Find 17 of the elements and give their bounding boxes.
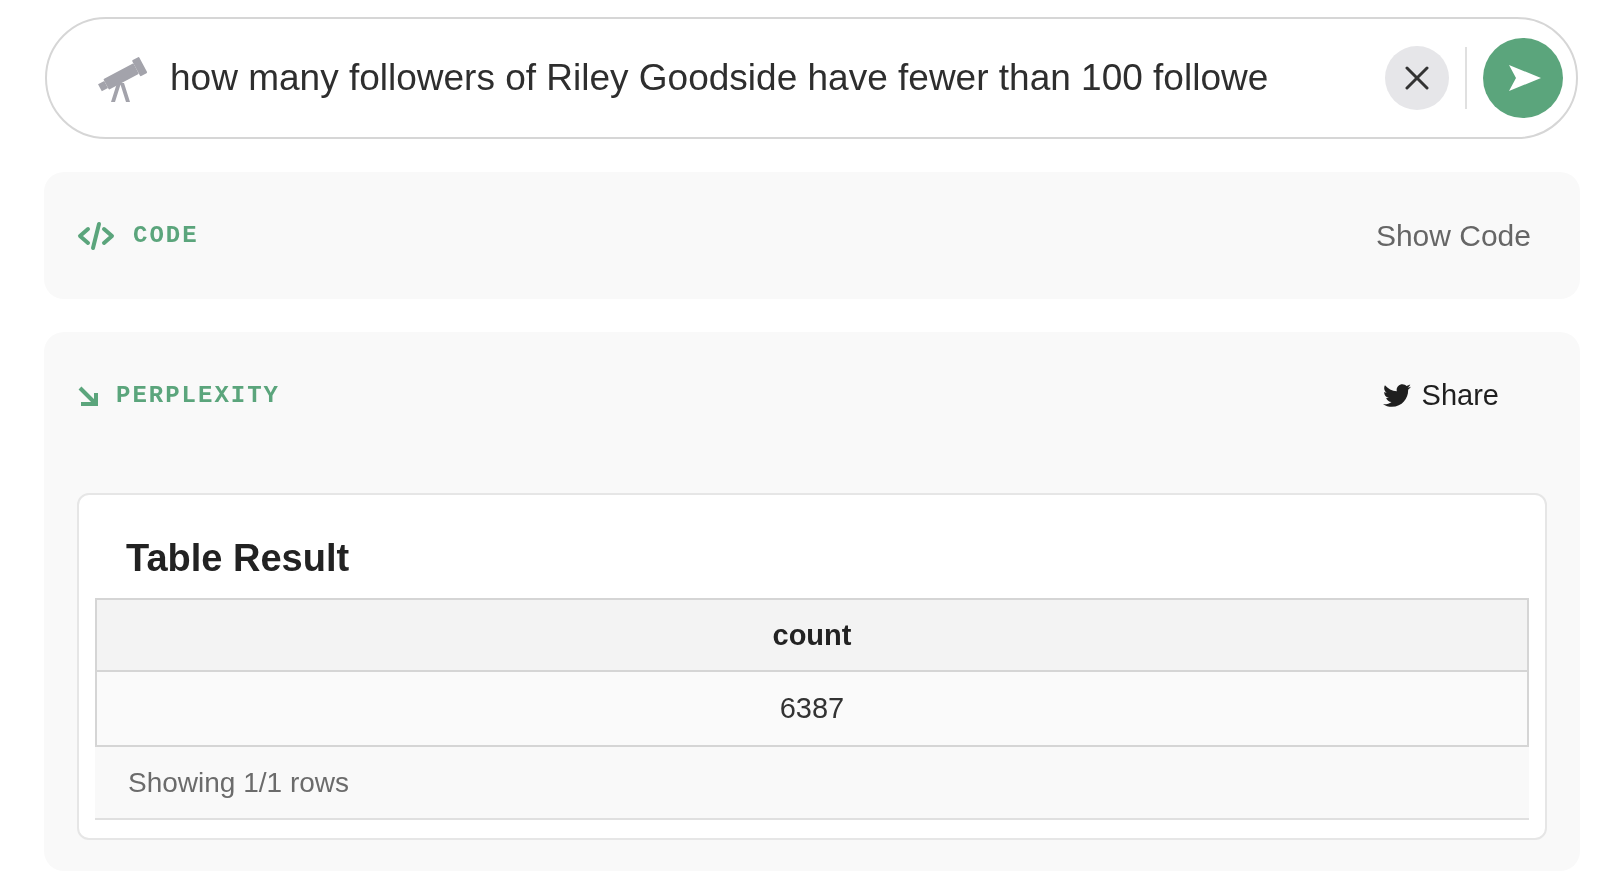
show-code-button[interactable]: Show Code	[1375, 218, 1531, 253]
panel-label: CODE	[133, 222, 199, 249]
share-button[interactable]: Share	[1382, 379, 1499, 412]
search-input[interactable]: how many followers of Riley Goodside have fewer than 100 followe	[170, 57, 1369, 99]
column-header: count	[95, 598, 1529, 672]
row-count-text: Showing 1/1 rows	[95, 747, 1529, 820]
code-icon	[77, 220, 115, 251]
panel-label: PERPLEXITY	[116, 382, 281, 409]
bird-icon	[1382, 384, 1411, 407]
arrow-icon	[78, 385, 98, 406]
close-icon	[1405, 66, 1429, 90]
table-title: Table Result	[125, 536, 351, 581]
table-cell: 6387	[95, 672, 1529, 747]
telescope-icon	[95, 54, 149, 102]
send-icon	[1509, 65, 1541, 91]
search-field[interactable]: how many followers of Riley Goodside have fewer than 100 followe	[45, 17, 1578, 139]
send-button[interactable]	[1483, 38, 1563, 118]
